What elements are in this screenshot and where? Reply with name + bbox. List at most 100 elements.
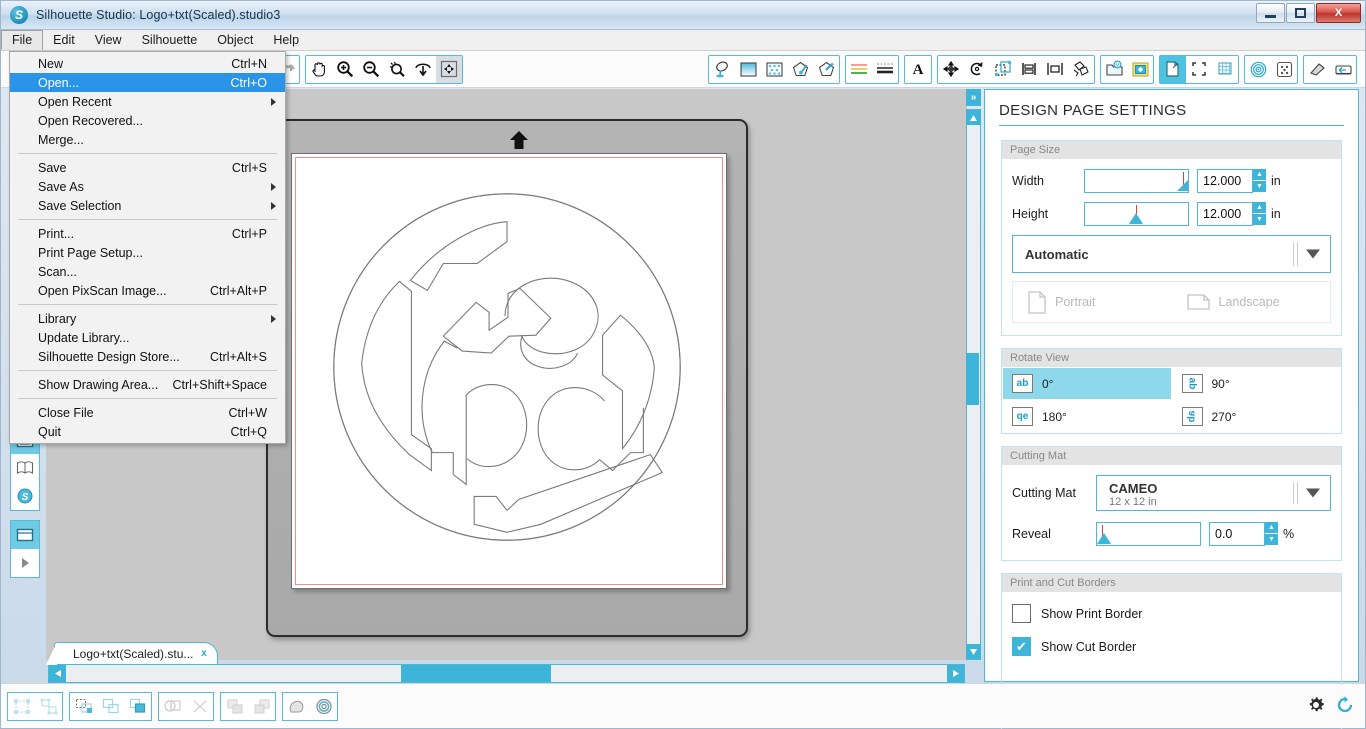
file-menu-item-open-recovered[interactable]: Open Recovered...: [10, 111, 285, 130]
reveal-input[interactable]: 0.0: [1209, 522, 1265, 546]
show-print-border-row[interactable]: Show Print Border: [1012, 604, 1331, 623]
registration-marks-button[interactable]: [1186, 56, 1212, 83]
scroll-left-button[interactable]: [49, 665, 66, 682]
ungroup-button[interactable]: [35, 693, 62, 720]
align-button[interactable]: [1016, 56, 1042, 83]
reveal-slider[interactable]: [1096, 522, 1201, 546]
fit-to-page-button[interactable]: [410, 56, 436, 83]
store-panel-button[interactable]: S: [11, 482, 39, 510]
zoom-out-button[interactable]: [358, 56, 384, 83]
zoom-in-button[interactable]: [332, 56, 358, 83]
file-menu-item-close-file[interactable]: Close File Ctrl+W: [10, 403, 285, 422]
fill-color-button[interactable]: [709, 56, 735, 83]
page-preset-dropdown[interactable]: Automatic: [1012, 235, 1331, 273]
file-menu-item-open-pixscan-image[interactable]: Open PixScan Image... Ctrl+Alt+P: [10, 281, 285, 300]
cut-settings-button[interactable]: [1304, 56, 1330, 83]
collapse-panel-button[interactable]: »: [966, 89, 981, 106]
pattern-fill-button[interactable]: [761, 56, 787, 83]
reveal-step-down[interactable]: ▼: [1265, 534, 1278, 546]
fit-to-window-button[interactable]: [436, 55, 462, 83]
reveal-step-up[interactable]: ▲: [1265, 522, 1278, 534]
file-menu-item-update-library[interactable]: Update Library...: [10, 328, 285, 347]
rotate-view-270[interactable]: ab 270°: [1171, 400, 1341, 433]
make-compound-path-button[interactable]: [70, 693, 97, 720]
page-width-stepper[interactable]: ▲ ▼: [1253, 169, 1266, 193]
artwork-logo[interactable]: [292, 154, 726, 588]
detach-lines-button[interactable]: [186, 693, 213, 720]
offset-button[interactable]: [1245, 56, 1271, 83]
cutting-mat-dropdown[interactable]: CAMEO 12 x 12 in: [1096, 475, 1331, 511]
vertical-scrollbar[interactable]: [966, 109, 981, 660]
orientation-portrait-option[interactable]: Portrait: [1013, 290, 1172, 315]
design-store-button[interactable]: [1127, 56, 1153, 83]
file-menu-item-print-page-setup[interactable]: Print Page Setup...: [10, 243, 285, 262]
menu-item-file[interactable]: File: [1, 30, 44, 50]
trace-button[interactable]: [1271, 56, 1297, 83]
rotate-button[interactable]: [964, 56, 990, 83]
group-button[interactable]: [8, 693, 35, 720]
page-height-step-up[interactable]: ▲: [1253, 202, 1266, 214]
document-tab[interactable]: Logo+txt(Scaled).stu... x: [45, 642, 219, 665]
bring-to-front-button[interactable]: [221, 693, 248, 720]
page-height-slider[interactable]: [1084, 202, 1189, 226]
file-menu-item-quit[interactable]: Quit Ctrl+Q: [10, 422, 285, 441]
file-menu-item-silhouette-design-store[interactable]: Silhouette Design Store... Ctrl+Alt+S: [10, 347, 285, 366]
show-cut-border-checkbox[interactable]: ✔: [1012, 637, 1031, 656]
horizontal-scroll-thumb[interactable]: [400, 665, 551, 682]
sketch-pen-button[interactable]: [813, 56, 839, 83]
sync-icon[interactable]: [1335, 695, 1355, 720]
file-menu-item-open-recent[interactable]: Open Recent: [10, 92, 285, 111]
page-width-input[interactable]: 12.000: [1197, 169, 1253, 193]
file-menu-item-open[interactable]: Open... Ctrl+O: [10, 73, 285, 92]
send-to-silhouette-button[interactable]: [1330, 56, 1356, 83]
gradient-fill-button[interactable]: [735, 56, 761, 83]
line-color-button[interactable]: [787, 56, 813, 83]
file-menu-item-new[interactable]: New Ctrl+N: [10, 54, 285, 73]
grid-button[interactable]: [1212, 56, 1238, 83]
menu-item-edit[interactable]: Edit: [43, 30, 85, 50]
line-style-button[interactable]: [846, 56, 872, 83]
file-menu-item-print[interactable]: Print... Ctrl+P: [10, 224, 285, 243]
design-workspace-button[interactable]: [11, 521, 39, 549]
minimize-button[interactable]: [1256, 3, 1285, 23]
move-button[interactable]: [938, 56, 964, 83]
library-panel-button[interactable]: [11, 454, 39, 482]
horizontal-scrollbar[interactable]: [48, 664, 965, 683]
show-cut-border-row[interactable]: ✔ Show Cut Border: [1012, 637, 1331, 656]
scroll-up-button[interactable]: [966, 110, 981, 125]
page-height-input[interactable]: 12.000: [1197, 202, 1253, 226]
file-menu-item-show-drawing-area[interactable]: Show Drawing Area... Ctrl+Shift+Space: [10, 375, 285, 394]
file-menu-item-scan[interactable]: Scan...: [10, 262, 285, 281]
file-menu-item-save-selection[interactable]: Save Selection: [10, 196, 285, 215]
shadow-button[interactable]: [283, 693, 310, 720]
horizontal-scroll-track[interactable]: [66, 665, 947, 682]
file-menu-item-save[interactable]: Save Ctrl+S: [10, 158, 285, 177]
vertical-scroll-thumb[interactable]: [966, 353, 979, 406]
file-menu-item-library[interactable]: Library: [10, 309, 285, 328]
merge-button[interactable]: [159, 693, 186, 720]
my-library-button[interactable]: M: [1101, 56, 1127, 83]
close-button[interactable]: X: [1316, 3, 1361, 23]
zoom-selection-button[interactable]: [384, 56, 410, 83]
scroll-down-button[interactable]: [966, 644, 981, 659]
pan-hand-button[interactable]: [306, 56, 332, 83]
line-thickness-button[interactable]: [872, 56, 898, 83]
rotate-view-90[interactable]: ab 90°: [1171, 367, 1341, 400]
document-tab-close-icon[interactable]: x: [196, 646, 211, 661]
nest-button[interactable]: [1068, 56, 1094, 83]
send-to-back-button[interactable]: [248, 693, 275, 720]
menu-item-help[interactable]: Help: [263, 30, 309, 50]
release-compound-path-button[interactable]: [97, 693, 124, 720]
rotate-view-0[interactable]: ab 0°: [1002, 367, 1172, 400]
menu-item-view[interactable]: View: [85, 30, 132, 50]
file-menu-dropdown[interactable]: New Ctrl+N Open... Ctrl+O Open Recent Op…: [9, 51, 286, 444]
page-height-step-down[interactable]: ▼: [1253, 214, 1266, 226]
gear-icon[interactable]: [1306, 695, 1326, 720]
page-height-stepper[interactable]: ▲ ▼: [1253, 202, 1266, 226]
scroll-right-button[interactable]: [947, 665, 964, 682]
page-width-step-down[interactable]: ▼: [1253, 181, 1266, 193]
offset-ring-button[interactable]: [310, 693, 337, 720]
send-workspace-button[interactable]: [11, 549, 39, 577]
replicate-button[interactable]: [1042, 56, 1068, 83]
page-width-step-up[interactable]: ▲: [1253, 169, 1266, 181]
